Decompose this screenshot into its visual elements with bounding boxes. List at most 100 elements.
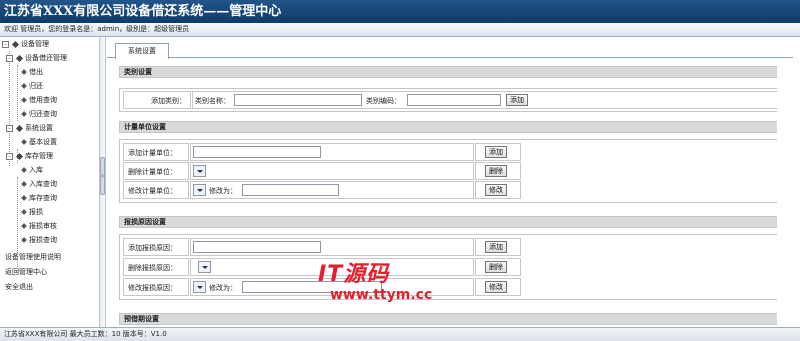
folder-diamond-icon (15, 152, 24, 160)
leaf-diamond-icon (21, 69, 27, 75)
section-header-category: 类别设置 (119, 66, 777, 78)
delete-unit-button[interactable]: 删除 (485, 165, 507, 177)
status-bar: 江苏省XXX有限公司 最大员工数：10 版本号：V1.0 (0, 327, 800, 341)
sidebar-item-return-query[interactable]: 归还查询 (0, 107, 99, 121)
modify-scrap-reason-input[interactable] (242, 281, 382, 293)
add-unit-input[interactable] (193, 146, 321, 158)
modify-scrap-reason-button[interactable]: 修改 (485, 281, 507, 293)
sidebar-item-borrow-query[interactable]: 借用查询 (0, 93, 99, 107)
delete-unit-cell (190, 162, 474, 180)
modify-unit-input[interactable] (242, 184, 339, 196)
sidebar-item-scrap-query[interactable]: 报损查询 (0, 233, 99, 247)
add-scrap-reason-button-cell: 添加 (475, 238, 521, 256)
add-unit-button-cell: 添加 (475, 143, 521, 161)
add-scrap-reason-label: 添加报损原因： (123, 238, 189, 256)
delete-unit-button-cell: 删除 (475, 162, 521, 180)
modify-scrap-reason-button-cell: 修改 (475, 278, 521, 296)
user-info-bar: 欢迎 管理员，您的登录名是：admin，级别是：超级管理员 (0, 23, 800, 37)
category-code-input[interactable] (407, 94, 501, 106)
tab-strip: 系统设置 (107, 43, 793, 59)
link-user-manual[interactable]: 设备管理使用说明 (0, 250, 99, 265)
folder-diamond-icon (15, 54, 24, 62)
delete-scrap-reason-button-cell: 删除 (475, 258, 521, 276)
collapse-icon[interactable]: - (2, 40, 9, 48)
chevron-down-icon (202, 266, 208, 269)
settings-content: 类别设置 添加类别： 类别名称： 类别编码： 添加 计量单位设置 添加计量单位：… (111, 61, 777, 327)
category-name-input[interactable] (234, 94, 362, 106)
add-scrap-reason-cell (190, 238, 474, 256)
add-category-button[interactable]: 添加 (506, 94, 528, 106)
modify-unit-cell: 修改为： (190, 181, 474, 199)
app-title: 江苏省XXX有限公司设备借还系统——管理中心 (0, 0, 800, 23)
modify-scrap-reason-change-to-label: 修改为： (209, 284, 237, 292)
link-back-to-admin[interactable]: 返回管理中心 (0, 265, 99, 280)
delete-scrap-reason-select[interactable] (198, 261, 211, 273)
leaf-diamond-icon (21, 167, 27, 173)
delete-scrap-reason-cell (190, 258, 474, 276)
leaf-diamond-icon (21, 223, 27, 229)
modify-scrap-reason-select[interactable] (193, 281, 206, 293)
add-unit-label: 添加计量单位： (123, 143, 189, 161)
leaf-diamond-icon (21, 139, 27, 145)
collapse-icon[interactable]: - (6, 54, 13, 62)
sidebar-item-stock-in[interactable]: 入库 (0, 163, 99, 177)
folder-diamond-icon (15, 124, 24, 132)
unit-form: 添加计量单位： 添加 删除计量单位： 删除 修改计量单位： 修改为： 修改 (119, 139, 777, 203)
section-header-borrow-period: 预借期设置 (119, 313, 777, 325)
add-category-label: 添加类别： (123, 91, 191, 109)
modify-unit-button[interactable]: 修改 (485, 184, 507, 196)
leaf-diamond-icon (21, 83, 27, 89)
tab-system-settings[interactable]: 系统设置 (115, 43, 169, 59)
category-name-label: 类别名称： (195, 97, 230, 105)
sidebar-item-return[interactable]: 归还 (0, 79, 99, 93)
delete-scrap-reason-button[interactable]: 删除 (485, 261, 507, 273)
sidebar-item-scrap[interactable]: 报损 (0, 205, 99, 219)
main-panel: 系统设置 类别设置 添加类别： 类别名称： 类别编码： 添加 计量单位设置 添加… (107, 37, 800, 327)
sidebar-item-lend[interactable]: 借出 (0, 65, 99, 79)
delete-unit-label: 删除计量单位： (123, 162, 189, 180)
tree-group-inventory[interactable]: - 库存管理 (0, 149, 99, 163)
tree-group-equipment-lending[interactable]: - 设备借还管理 (0, 51, 99, 65)
chevron-down-icon (197, 170, 203, 173)
sidebar-links: 设备管理使用说明 返回管理中心 安全退出 (0, 250, 99, 295)
collapse-icon[interactable]: - (6, 124, 13, 132)
leaf-diamond-icon (21, 209, 27, 215)
add-unit-cell (190, 143, 474, 161)
category-form: 添加类别： 类别名称： 类别编码： 添加 (119, 88, 777, 112)
category-code-label: 类别编码： (366, 97, 401, 105)
collapse-sidebar-handle[interactable]: ‹ (100, 157, 105, 195)
modify-scrap-reason-cell: 修改为： (190, 278, 474, 296)
add-scrap-reason-button[interactable]: 添加 (485, 241, 507, 253)
chevron-down-icon (197, 189, 203, 192)
link-logout[interactable]: 安全退出 (0, 280, 99, 295)
sidebar-item-basic-settings[interactable]: 基本设置 (0, 135, 99, 149)
add-category-cell: 类别名称： 类别编码： 添加 (192, 91, 777, 109)
sidebar-item-scrap-review[interactable]: 报损审核 (0, 219, 99, 233)
leaf-diamond-icon (21, 97, 27, 103)
leaf-diamond-icon (21, 111, 27, 117)
sidebar-item-inventory-query[interactable]: 库存查询 (0, 191, 99, 205)
add-unit-button[interactable]: 添加 (485, 146, 507, 158)
add-scrap-reason-input[interactable] (193, 241, 321, 253)
section-header-unit: 计量单位设置 (119, 121, 777, 133)
modify-unit-label: 修改计量单位： (123, 181, 189, 199)
collapse-icon[interactable]: - (6, 152, 13, 160)
delete-scrap-reason-label: 删除报损原因： (123, 258, 189, 276)
folder-diamond-icon (11, 40, 20, 48)
modify-unit-select[interactable] (193, 184, 206, 196)
sidebar-splitter[interactable]: ‹ (99, 37, 106, 327)
leaf-diamond-icon (21, 195, 27, 201)
sidebar-item-stock-in-query[interactable]: 入库查询 (0, 177, 99, 191)
section-header-scrap-reason: 报损原因设置 (119, 216, 777, 228)
modify-unit-change-to-label: 修改为： (209, 187, 237, 195)
sidebar: - 设备管理 - 设备借还管理 借出 归还 借用查询 归还查询 - 系统设置 基本设置… (0, 37, 99, 327)
scrap-reason-form: 添加报损原因： 添加 删除报损原因： 删除 修改报损原因： 修改为： 修改 (119, 234, 777, 300)
chevron-down-icon (197, 286, 203, 289)
tree-group-system-settings[interactable]: - 系统设置 (0, 121, 99, 135)
modify-unit-button-cell: 修改 (475, 181, 521, 199)
leaf-diamond-icon (21, 181, 27, 187)
leaf-diamond-icon (21, 237, 27, 243)
tree-root[interactable]: - 设备管理 (0, 37, 99, 51)
modify-scrap-reason-label: 修改报损原因： (123, 278, 189, 296)
delete-unit-select[interactable] (193, 165, 206, 177)
